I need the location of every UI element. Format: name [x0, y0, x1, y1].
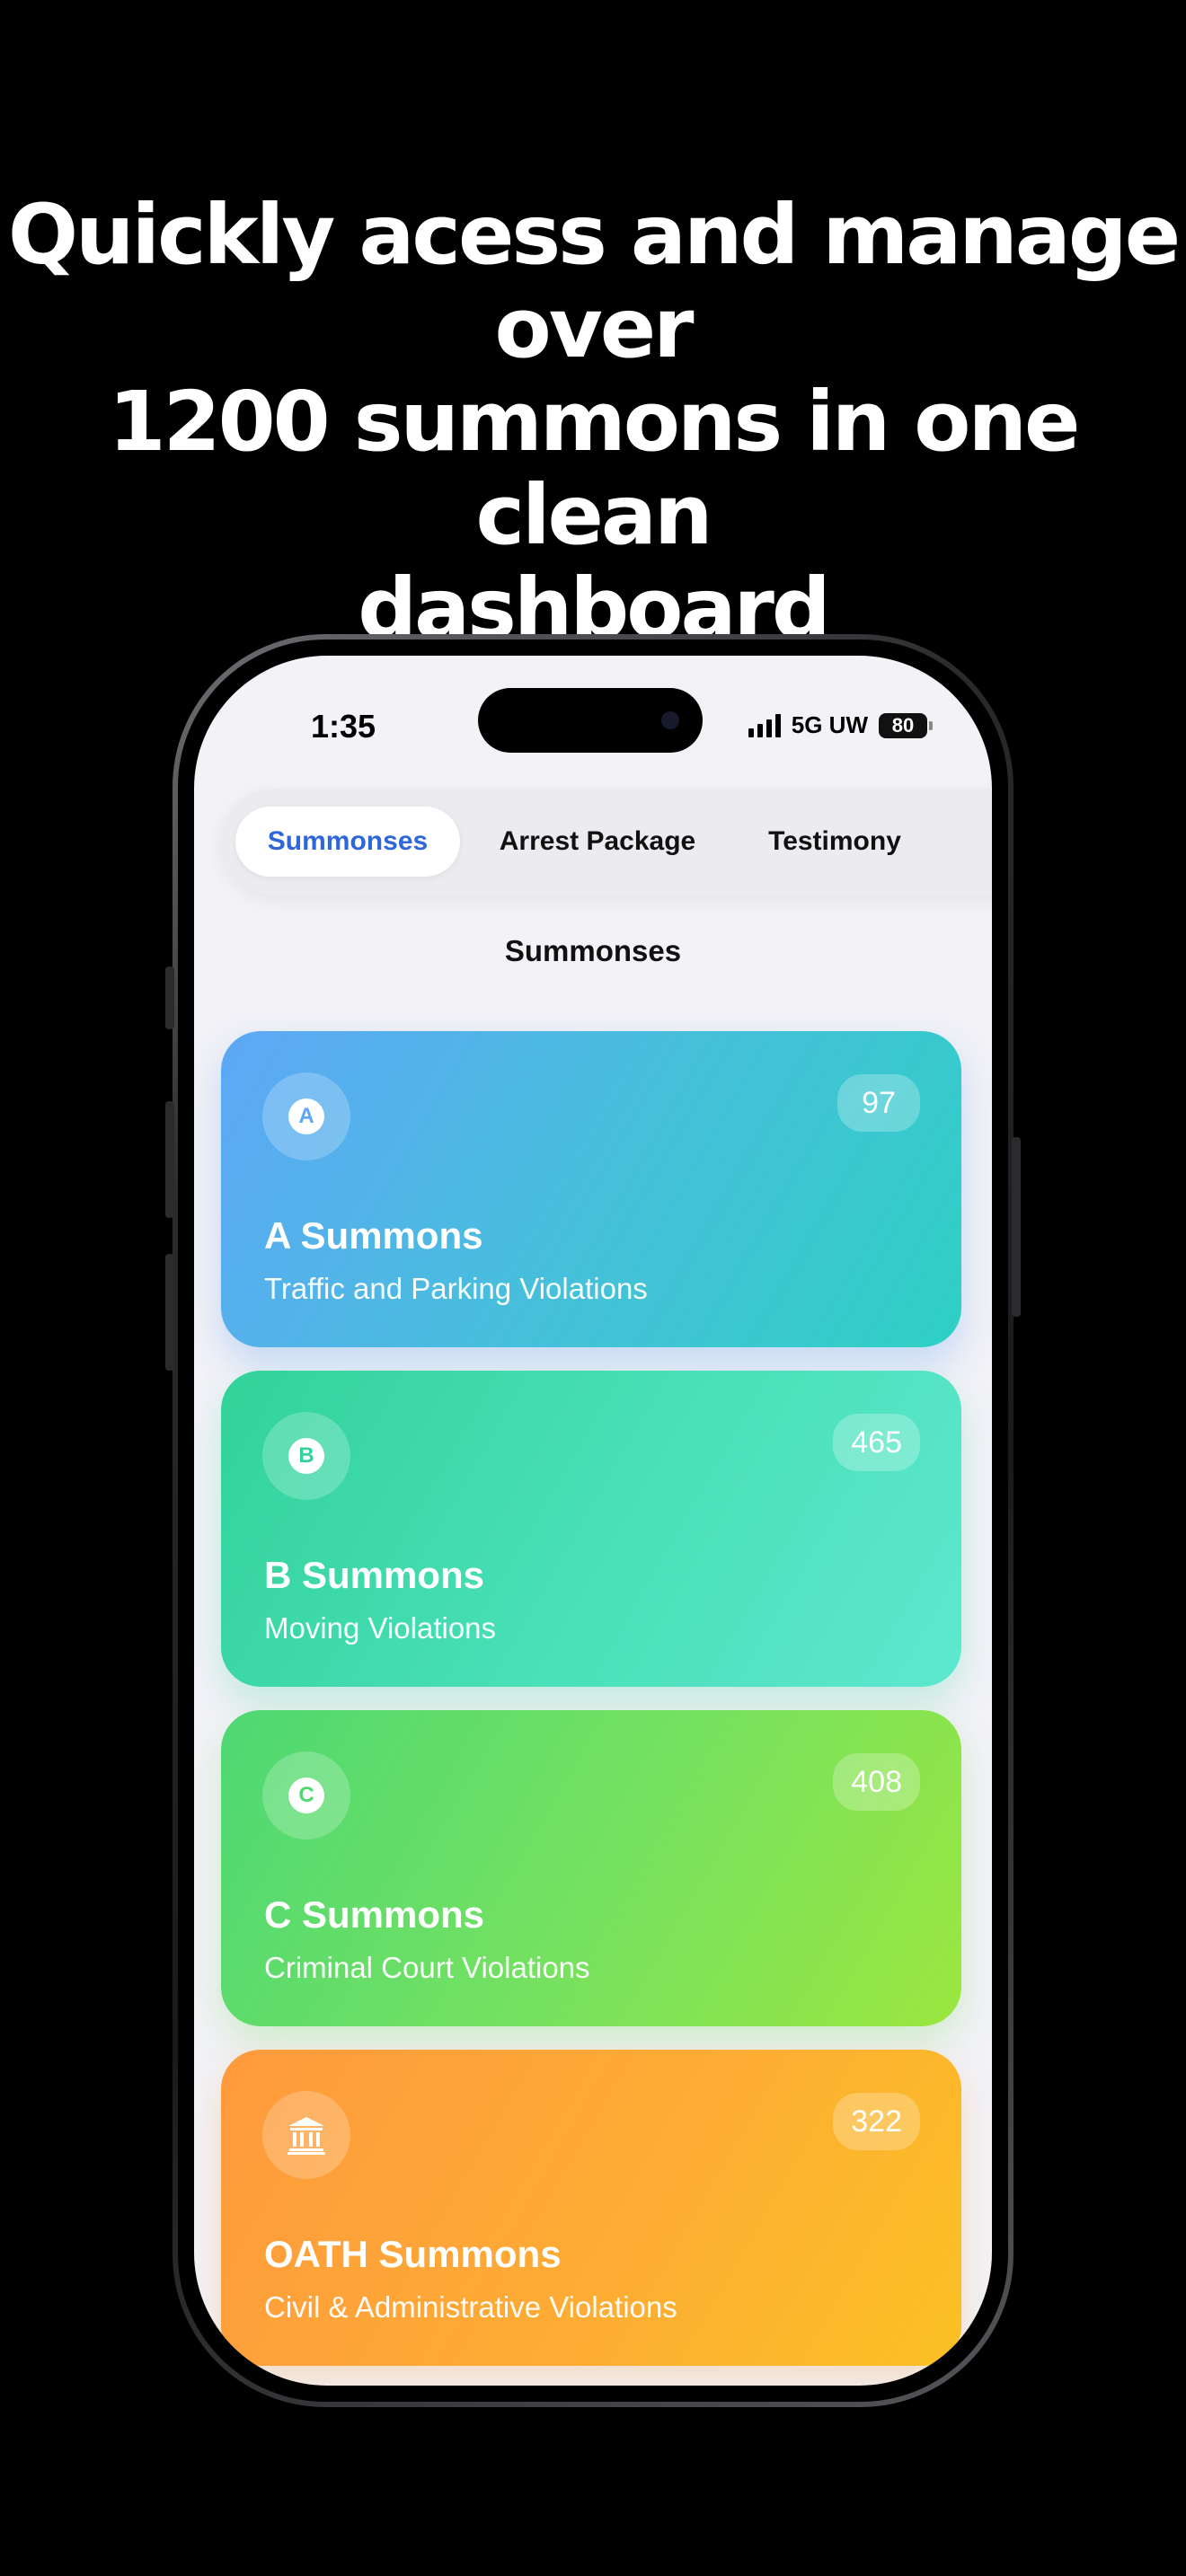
section-title: Summonses [504, 934, 682, 967]
card-title: A Summons [264, 1214, 483, 1257]
count-badge: 465 [833, 1414, 920, 1471]
card-subtitle: Moving Violations [264, 1611, 497, 1645]
letter-a-icon: A [262, 1072, 350, 1160]
letter-c-badge: C [288, 1778, 324, 1813]
volume-up-button [165, 1101, 174, 1218]
letter-b-icon: B [262, 1412, 350, 1500]
tab-testimony[interactable]: Testimony [731, 807, 938, 877]
courthouse-icon-glyph [288, 2117, 325, 2155]
action-button [165, 966, 174, 1029]
card-b-summons[interactable]: B 465 B Summons Moving Violations [221, 1371, 961, 1687]
count-badge: 97 [837, 1074, 920, 1132]
card-c-summons[interactable]: C 408 C Summons Criminal Court Violation… [221, 1710, 961, 2026]
card-subtitle: Civil & Administrative Violations [264, 2290, 677, 2324]
phone-frame: 1:35 5G UW 80 Summonses Arrest Package T… [165, 634, 1021, 2407]
count-badge: 322 [833, 2093, 920, 2150]
headline: Quickly acess and manage over 1200 summo… [0, 189, 1186, 656]
camera-icon [661, 711, 679, 729]
battery-icon: 80 [879, 712, 933, 738]
status-indicators: 5G UW 80 [748, 711, 933, 739]
app-screen: 1:35 5G UW 80 Summonses Arrest Package T… [194, 656, 992, 2386]
count-badge: 408 [833, 1753, 920, 1811]
volume-down-button [165, 1254, 174, 1371]
card-title: C Summons [264, 1893, 485, 1936]
letter-c-icon: C [262, 1751, 350, 1839]
letter-b-badge: B [288, 1438, 324, 1474]
card-a-summons[interactable]: A 97 A Summons Traffic and Parking Viola… [221, 1031, 961, 1347]
tab-summonses[interactable]: Summonses [235, 807, 460, 877]
segmented-tabs: Summonses Arrest Package Testimony [221, 789, 992, 895]
card-subtitle: Traffic and Parking Violations [264, 1272, 648, 1305]
letter-a-badge: A [288, 1098, 324, 1134]
headline-line-1: Quickly acess and manage over [7, 187, 1181, 376]
power-button [1012, 1137, 1021, 1317]
network-label: 5G UW [791, 711, 868, 738]
headline-line-2: 1200 summons in one clean [108, 374, 1081, 563]
card-title: OATH Summons [264, 2233, 562, 2275]
tab-arrest-package[interactable]: Arrest Package [476, 807, 719, 877]
card-oath-summons[interactable]: 322 OATH Summons Civil & Administrative … [221, 2050, 961, 2366]
dynamic-island [478, 688, 703, 753]
card-subtitle: Criminal Court Violations [264, 1951, 590, 1984]
courthouse-icon [262, 2091, 350, 2179]
card-title: B Summons [264, 1554, 485, 1596]
signal-icon [748, 713, 781, 737]
status-time: 1:35 [311, 708, 376, 745]
